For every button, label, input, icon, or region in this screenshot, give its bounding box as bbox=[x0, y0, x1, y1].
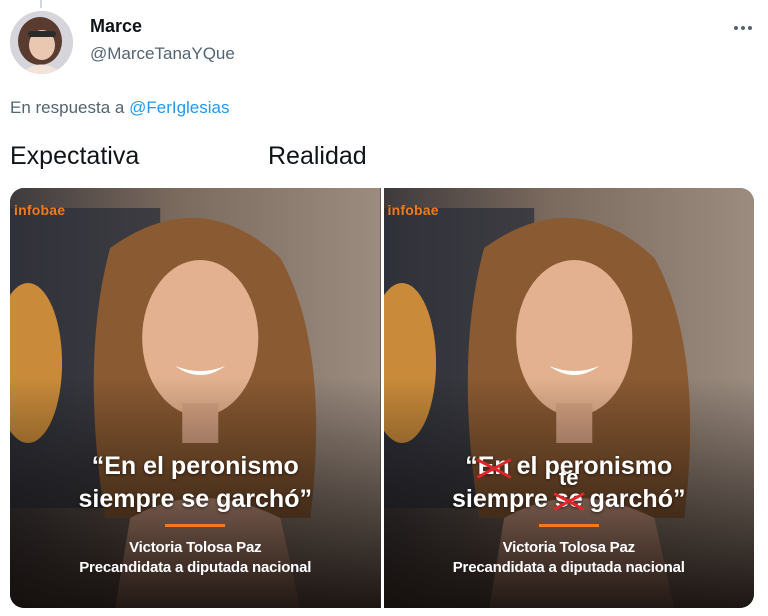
brand-logo: infobae bbox=[387, 202, 439, 218]
brand-logo: infobae bbox=[14, 202, 66, 218]
credit-role: Precandidata a diputada nacional bbox=[452, 559, 685, 576]
credit-name: Victoria Tolosa Paz bbox=[502, 539, 636, 556]
author-handle[interactable]: @MarceTanaYQue bbox=[90, 44, 235, 64]
quote-credit: Victoria Tolosa Paz Precandidata a diput… bbox=[384, 538, 755, 578]
thread-connector bbox=[40, 0, 42, 8]
tweet-text-realidad: Realidad bbox=[268, 142, 367, 170]
author-name[interactable]: Marce bbox=[90, 16, 142, 37]
struck-word-en: En bbox=[478, 450, 510, 483]
quote-line-2: siempre se garchó” bbox=[78, 485, 312, 513]
orange-divider bbox=[538, 524, 599, 527]
quote-line-2-post: garchó” bbox=[582, 485, 686, 513]
quote-line-2-pre: siempre bbox=[452, 485, 555, 513]
dot bbox=[748, 26, 752, 30]
quote-line-1: “En el peronismo bbox=[91, 452, 299, 480]
avatar[interactable] bbox=[10, 11, 73, 74]
media-image-left[interactable]: infobae “En el peronismo siempre se garc… bbox=[10, 188, 381, 608]
tweet-media[interactable]: infobae “En el peronismo siempre se garc… bbox=[10, 188, 754, 608]
reply-prefix: En respuesta a bbox=[10, 98, 125, 117]
reply-context: En respuesta a @FerIglesias bbox=[10, 98, 230, 118]
more-options-icon[interactable] bbox=[730, 18, 756, 38]
media-image-right[interactable]: infobae “En el peronismo siempre te se ga… bbox=[383, 188, 755, 608]
dot bbox=[734, 26, 738, 30]
quote-line-1-rest: el peronismo bbox=[509, 452, 673, 480]
quote-text: “En el peronismo siempre se garchó” bbox=[10, 450, 381, 516]
quote-text-edited: “En el peronismo siempre te se garchó” bbox=[384, 450, 755, 516]
reply-mention-link[interactable]: @FerIglesias bbox=[129, 98, 229, 117]
dot bbox=[741, 26, 745, 30]
credit-name: Victoria Tolosa Paz bbox=[129, 539, 262, 556]
orange-divider bbox=[165, 524, 226, 527]
edit-correction: te se bbox=[555, 465, 583, 516]
credit-role: Precandidata a diputada nacional bbox=[79, 559, 312, 576]
quote-line-2: siempre te se garchó” bbox=[384, 465, 755, 516]
avatar-image bbox=[10, 11, 73, 74]
quote-credit: Victoria Tolosa Paz Precandidata a diput… bbox=[10, 538, 381, 578]
tweet-text-expectativa: Expectativa bbox=[10, 142, 140, 170]
struck-word-se: se bbox=[555, 483, 583, 516]
